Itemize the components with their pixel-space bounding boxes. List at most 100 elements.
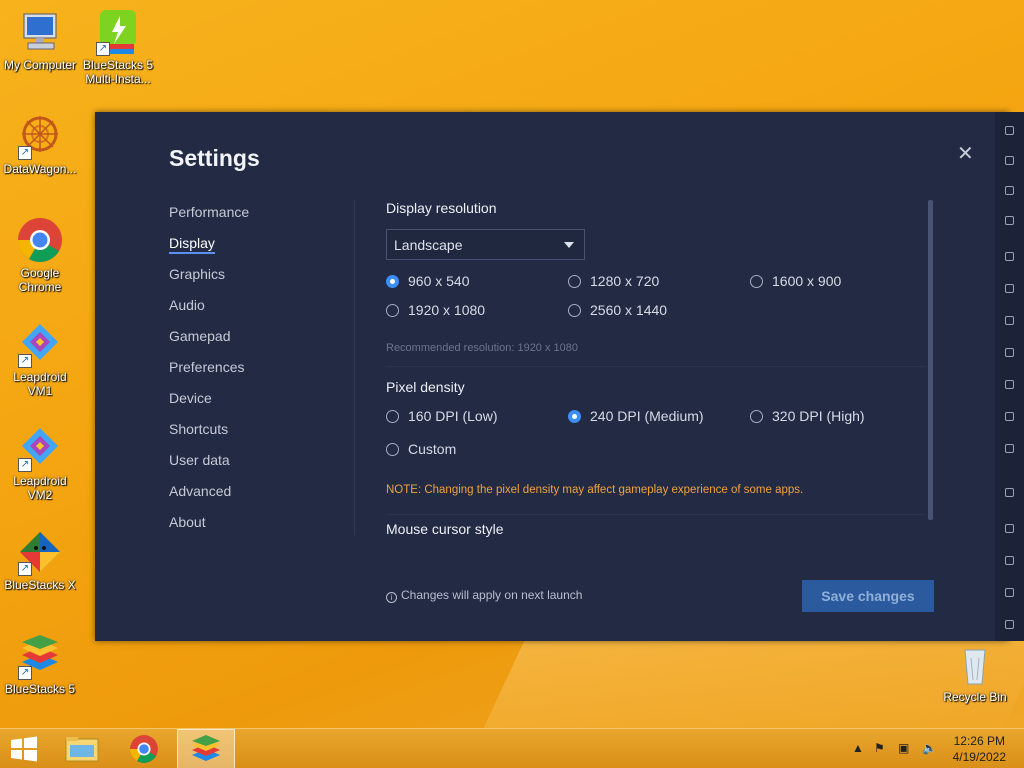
leapdroid-icon: ↗ (16, 424, 64, 472)
toolbar-icon[interactable] (1005, 444, 1014, 453)
side-toolbar (995, 112, 1024, 641)
toolbar-icon[interactable] (1005, 126, 1014, 135)
toolbar-icon[interactable] (1005, 380, 1014, 389)
settings-window: Settings ✕ Performance Display Graphics … (95, 112, 1009, 641)
shortcut-arrow-icon: ↗ (18, 666, 32, 680)
radio-icon (386, 304, 399, 317)
toolbar-icon[interactable] (1005, 252, 1014, 261)
toolbar-icon[interactable] (1005, 488, 1014, 497)
desktop-icon-bluestacks-multi-instance[interactable]: ↗ BlueStacks 5 Multi-Insta... (78, 8, 158, 86)
orientation-select[interactable]: Landscape (386, 229, 585, 260)
toolbar-icon[interactable] (1005, 524, 1014, 533)
footer-info: i Changes will apply on next launch (386, 588, 582, 603)
shortcut-arrow-icon: ↗ (18, 146, 32, 160)
shortcut-arrow-icon: ↗ (18, 458, 32, 472)
recycle-bin-icon (951, 640, 999, 688)
nav-item-gamepad[interactable]: Gamepad (169, 328, 349, 359)
desktop-icon-bluestacks-x[interactable]: ↗ BlueStacks X (0, 528, 80, 592)
nav-item-performance[interactable]: Performance (169, 204, 349, 235)
desktop-icon-label: Recycle Bin (943, 690, 1007, 704)
recommended-resolution-text: Recommended resolution: 1920 x 1080 (386, 342, 579, 354)
bluestacks-icon (192, 735, 220, 761)
desktop-icon-leapdroid-vm2[interactable]: ↗ Leapdroid VM2 (0, 424, 80, 502)
radio-icon (386, 410, 399, 423)
chrome-icon (16, 216, 64, 264)
toolbar-icon[interactable] (1005, 186, 1014, 195)
radio-icon (568, 304, 581, 317)
footer-info-text: Changes will apply on next launch (401, 588, 583, 602)
radio-icon (568, 275, 581, 288)
toolbar-icon[interactable] (1005, 216, 1014, 225)
start-button[interactable] (0, 729, 48, 768)
toolbar-icon[interactable] (1005, 284, 1014, 293)
nav-item-preferences[interactable]: Preferences (169, 359, 349, 390)
settings-scrollbar[interactable] (928, 200, 933, 520)
desktop-icon-label: Google Chrome (18, 266, 62, 294)
settings-nav: Performance Display Graphics Audio Gamep… (169, 204, 349, 545)
computer-icon (16, 8, 64, 56)
radio-icon (386, 443, 399, 456)
windows-logo-icon (11, 736, 37, 762)
desktop-icon-google-chrome[interactable]: Google Chrome (0, 216, 80, 294)
leapdroid-icon: ↗ (16, 320, 64, 368)
desktop-icon-label: BlueStacks 5 (4, 682, 76, 696)
chrome-taskbar-button[interactable] (116, 729, 172, 768)
radio-icon (750, 275, 763, 288)
shortcut-arrow-icon: ↗ (18, 562, 32, 576)
action-center-flag-icon[interactable]: ⚑ (874, 741, 885, 755)
clock-date: 4/19/2022 (952, 750, 1006, 764)
toolbar-icon[interactable] (1005, 412, 1014, 421)
toolbar-icon[interactable] (1005, 316, 1014, 325)
desktop-icon-datawagon[interactable]: ↗ DataWagon... (0, 112, 80, 176)
show-hidden-icons-chevron-icon[interactable]: ▲ (852, 741, 864, 755)
desktop-icon-bluestacks-5[interactable]: ↗ BlueStacks 5 (0, 632, 80, 696)
settings-title: Settings (169, 145, 260, 171)
radio-selected-icon (568, 410, 581, 423)
section-divider (386, 366, 926, 367)
display-resolution-title: Display resolution (386, 200, 497, 216)
display-settings-panel: Display resolution Landscape 960 x 540 1… (386, 200, 926, 620)
network-icon[interactable]: ▣ (898, 741, 909, 755)
close-icon[interactable]: ✕ (957, 144, 974, 164)
toolbar-icon[interactable] (1005, 556, 1014, 565)
nav-item-about[interactable]: About (169, 514, 349, 545)
nav-item-graphics[interactable]: Graphics (169, 266, 349, 297)
save-changes-button[interactable]: Save changes (802, 580, 934, 612)
mouse-cursor-style-title: Mouse cursor style (386, 521, 504, 537)
desktop-icon-label: DataWagon... (3, 162, 77, 176)
toolbar-icon[interactable] (1005, 588, 1014, 597)
bluestacks-multi-instance-icon: ↗ (94, 8, 142, 56)
taskbar: ▲ ⚑ ▣ 🔈 12:26 PM 4/19/2022 (0, 728, 1024, 768)
nav-item-audio[interactable]: Audio (169, 297, 349, 328)
orientation-value: Landscape (394, 237, 463, 253)
folder-icon (65, 737, 99, 762)
desktop-icon-label: BlueStacks 5 Multi-Insta... (82, 58, 154, 86)
desktop-icon-label: Leapdroid VM2 (13, 474, 67, 502)
nav-item-display[interactable]: Display (169, 235, 349, 266)
nav-divider (354, 200, 355, 535)
toolbar-icon[interactable] (1005, 620, 1014, 629)
nav-item-device[interactable]: Device (169, 390, 349, 421)
desktop-icon-my-computer[interactable]: My Computer (0, 8, 80, 72)
datawagon-icon: ↗ (16, 112, 64, 160)
toolbar-icon[interactable] (1005, 156, 1014, 165)
desktop-icon-leapdroid-vm1[interactable]: ↗ Leapdroid VM1 (0, 320, 80, 398)
radio-icon (750, 410, 763, 423)
desktop-icon-recycle-bin[interactable]: Recycle Bin (935, 640, 1015, 704)
nav-item-user-data[interactable]: User data (169, 452, 349, 483)
file-explorer-taskbar-button[interactable] (54, 729, 110, 768)
section-divider (386, 514, 926, 515)
volume-muted-icon[interactable]: 🔈 (922, 741, 937, 755)
bluestacks-taskbar-button[interactable] (177, 729, 235, 768)
info-icon: i (386, 592, 397, 603)
nav-item-shortcuts[interactable]: Shortcuts (169, 421, 349, 452)
pixel-density-title: Pixel density (386, 379, 465, 395)
desktop-icon-label: BlueStacks X (4, 578, 76, 592)
desktop-icon-label: My Computer (3, 58, 77, 72)
bluestacks-x-icon: ↗ (16, 528, 64, 576)
nav-item-advanced[interactable]: Advanced (169, 483, 349, 514)
radio-selected-icon (386, 275, 399, 288)
bluestacks-icon: ↗ (16, 632, 64, 680)
toolbar-icon[interactable] (1005, 348, 1014, 357)
system-clock[interactable]: 12:26 PM 4/19/2022 (953, 733, 1006, 765)
